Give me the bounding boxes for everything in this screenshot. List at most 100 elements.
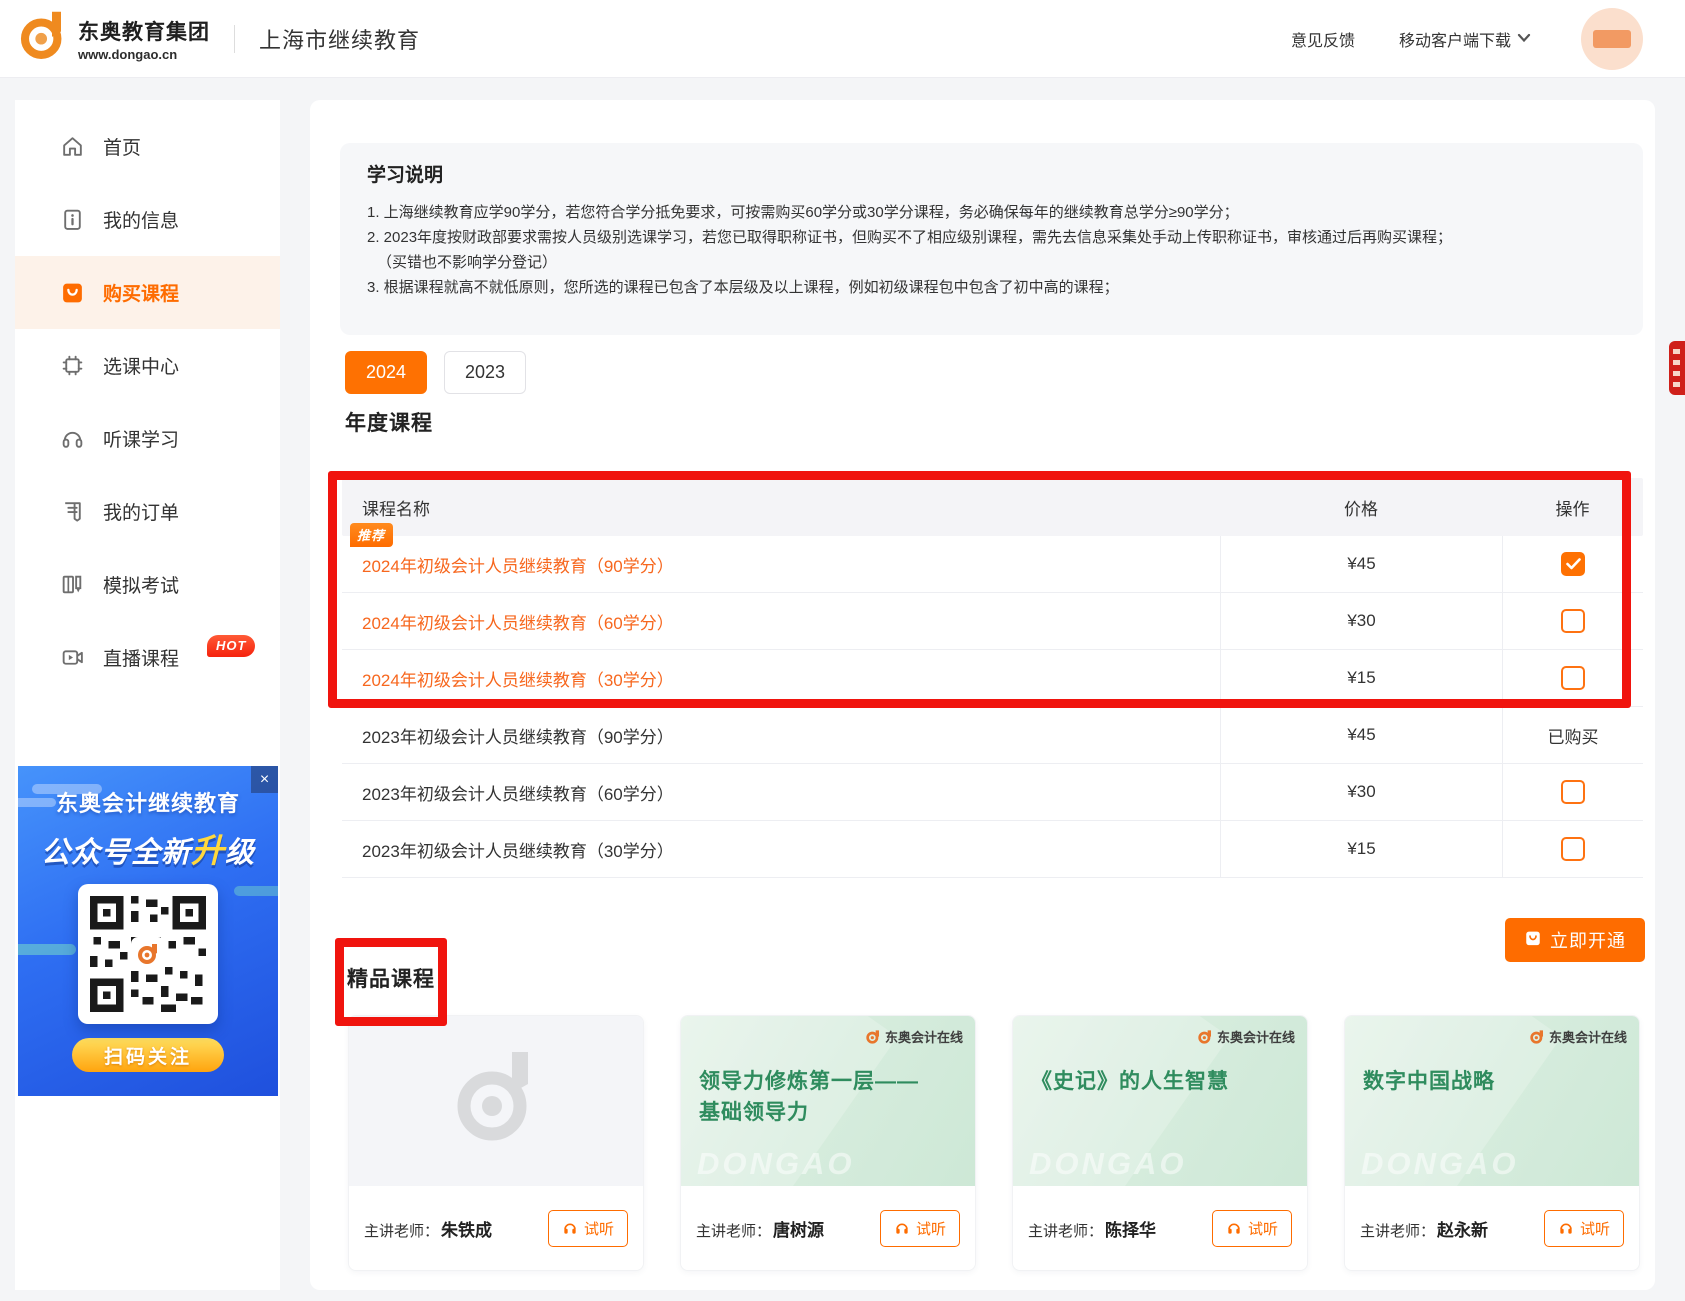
course-price: ¥15 <box>1220 650 1502 706</box>
brand-name: 东奥教育集团 <box>78 16 210 46</box>
audition-button[interactable]: 试听 <box>548 1210 628 1247</box>
sidebar-item-listen-learn[interactable]: 听课学习 <box>15 402 280 475</box>
study-notice: 学习说明 1. 上海继续教育应学90学分，若您符合学分抵免要求，可按需购买60学… <box>340 143 1643 335</box>
qr-code <box>78 884 218 1024</box>
col-action: 操作 <box>1502 495 1643 520</box>
brand-logo[interactable]: 东奥教育集团 www.dongao.cn <box>16 9 210 68</box>
table-header: 课程名称 价格 操作 <box>342 478 1643 536</box>
sidebar-item-home[interactable]: 首页 <box>15 110 280 183</box>
table-row: 推荐 2024年初级会计人员继续教育（90学分） ¥45 <box>342 536 1643 593</box>
annual-courses-title: 年度课程 <box>345 407 433 437</box>
cloud-decoration <box>18 944 76 955</box>
course-checkbox[interactable] <box>1561 609 1585 633</box>
floating-activity-widget[interactable] <box>1669 341 1685 395</box>
course-name-link[interactable]: 2023年初级会计人员继续教育（30学分） <box>342 821 1220 877</box>
sidebar-item-label: 首页 <box>103 133 141 160</box>
course-center-icon <box>59 353 85 379</box>
dongao-logo-icon <box>16 9 70 68</box>
course-name-link[interactable]: 2023年初级会计人员继续教育（60学分） <box>342 764 1220 820</box>
feedback-link[interactable]: 意见反馈 <box>1291 27 1355 51</box>
watermark: DONGAO <box>697 1146 855 1182</box>
course-card[interactable]: 主讲老师：朱铁成 试听 <box>348 1015 644 1271</box>
year-tabs: 2024 2023 <box>345 351 526 394</box>
table-row: 2024年初级会计人员继续教育（30学分） ¥15 <box>342 650 1643 707</box>
watermark: DONGAO <box>1361 1146 1519 1182</box>
brand-url: www.dongao.cn <box>78 47 210 62</box>
course-checkbox[interactable] <box>1561 666 1585 690</box>
sidebar-item-course-center[interactable]: 选课中心 <box>15 329 280 402</box>
sidebar-item-label: 模拟考试 <box>103 571 179 598</box>
teacher-name: 赵永新 <box>1437 1221 1488 1240</box>
profile-doc-icon <box>59 207 85 233</box>
ad-subtitle: 公众号全新升级 <box>18 824 278 872</box>
course-card[interactable]: 东奥会计在线 《史记》的人生智慧 DONGAO 主讲老师：陈择华 试听 <box>1012 1015 1308 1271</box>
audition-button[interactable]: 试听 <box>880 1210 960 1247</box>
premium-cards: 主讲老师：朱铁成 试听 东奥会计在线 领导力修炼第一层——基础领导力 DONGA… <box>348 1015 1640 1271</box>
col-course-name: 课程名称 <box>342 495 1220 520</box>
notice-line-2b: （买错也不影响学分登记） <box>367 250 1616 275</box>
course-card-title: 《史记》的人生智慧 <box>1031 1066 1229 1097</box>
avatar-placeholder <box>1593 30 1631 48</box>
table-row: 2023年初级会计人员继续教育（30学分） ¥15 <box>342 821 1643 878</box>
sidebar-item-mock-exam[interactable]: 模拟考试 <box>15 548 280 621</box>
purchased-label: 已购买 <box>1502 707 1643 763</box>
course-name-link[interactable]: 2024年初级会计人员继续教育（30学分） <box>342 650 1220 706</box>
course-card-cover: 东奥会计在线 领导力修炼第一层——基础领导力 DONGAO <box>681 1016 975 1186</box>
tab-2023[interactable]: 2023 <box>444 351 526 394</box>
course-card-info: 主讲老师：赵永新 试听 <box>1345 1186 1639 1270</box>
main-panel: 学习说明 1. 上海继续教育应学90学分，若您符合学分抵免要求，可按需购买60学… <box>310 100 1655 1290</box>
course-card-cover <box>349 1016 643 1186</box>
course-card-title: 数字中国战略 <box>1363 1066 1495 1097</box>
sidebar-item-label: 我的订单 <box>103 498 179 525</box>
table-row: 2023年初级会计人员继续教育（90学分） ¥45 已购买 <box>342 707 1643 764</box>
course-card-info: 主讲老师：陈择华 试听 <box>1013 1186 1307 1270</box>
teacher-line: 主讲老师：朱铁成 <box>364 1216 492 1241</box>
teacher-line: 主讲老师：陈择华 <box>1028 1216 1156 1241</box>
top-bar: 东奥教育集团 www.dongao.cn 上海市继续教育 意见反馈 移动客户端下… <box>0 0 1685 78</box>
sidebar-item-live-courses[interactable]: 直播课程 HOT <box>15 621 280 694</box>
shopping-bag-icon <box>59 280 85 306</box>
course-name-link[interactable]: 2024年初级会计人员继续教育（60学分） <box>342 593 1220 649</box>
sidebar: 首页 我的信息 购买课程 选课中心 <box>15 100 280 1290</box>
course-card-cover: 东奥会计在线 数字中国战略 DONGAO <box>1345 1016 1639 1186</box>
mobile-download-label: 移动客户端下载 <box>1399 27 1511 51</box>
sidebar-item-buy-courses[interactable]: 购买课程 <box>15 256 280 329</box>
course-checkbox[interactable] <box>1561 837 1585 861</box>
close-icon[interactable]: × <box>251 766 278 793</box>
course-card-title: 领导力修炼第一层——基础领导力 <box>699 1066 919 1128</box>
scan-follow-button[interactable]: 扫码关注 <box>72 1038 224 1072</box>
qr-ad-banner[interactable]: × 东奥会计继续教育 公众号全新升级 <box>18 766 278 1096</box>
course-checkbox[interactable] <box>1561 552 1585 576</box>
course-name-link[interactable]: 2024年初级会计人员继续教育（90学分） <box>342 536 1220 592</box>
sidebar-item-label: 选课中心 <box>103 352 179 379</box>
notice-line-1: 1. 上海继续教育应学90学分，若您符合学分抵免要求，可按需购买60学分或30学… <box>367 200 1616 225</box>
sidebar-item-my-info[interactable]: 我的信息 <box>15 183 280 256</box>
chevron-down-icon <box>1517 30 1531 48</box>
avatar[interactable] <box>1581 8 1643 70</box>
sidebar-item-label: 购买课程 <box>103 279 179 306</box>
sidebar-item-label: 听课学习 <box>103 425 179 452</box>
col-price: 价格 <box>1220 495 1502 520</box>
mobile-download-menu[interactable]: 移动客户端下载 <box>1399 27 1531 51</box>
dongao-online-logo: 东奥会计在线 <box>1529 1027 1627 1046</box>
home-icon <box>59 134 85 160</box>
recommend-badge: 推荐 <box>350 523 393 547</box>
course-price: ¥45 <box>1220 536 1502 592</box>
audition-button[interactable]: 试听 <box>1212 1210 1292 1247</box>
course-checkbox[interactable] <box>1561 780 1585 804</box>
course-card-info: 主讲老师：朱铁成 试听 <box>349 1186 643 1270</box>
teacher-name: 陈择华 <box>1105 1221 1156 1240</box>
sidebar-item-my-orders[interactable]: 我的订单 <box>15 475 280 548</box>
course-card[interactable]: 东奥会计在线 领导力修炼第一层——基础领导力 DONGAO 主讲老师：唐树源 试… <box>680 1015 976 1271</box>
orders-icon <box>59 499 85 525</box>
sidebar-item-label: 直播课程 <box>103 644 179 671</box>
premium-courses-title: 精品课程 <box>347 963 435 993</box>
course-name-link[interactable]: 2023年初级会计人员继续教育（90学分） <box>342 707 1220 763</box>
cloud-decoration <box>234 886 278 896</box>
activate-now-button[interactable]: 立即开通 <box>1505 918 1645 962</box>
tab-2024[interactable]: 2024 <box>345 351 427 394</box>
audition-button[interactable]: 试听 <box>1544 1210 1624 1247</box>
teacher-name: 唐树源 <box>773 1221 824 1240</box>
teacher-line: 主讲老师：赵永新 <box>1360 1216 1488 1241</box>
course-card[interactable]: 东奥会计在线 数字中国战略 DONGAO 主讲老师：赵永新 试听 <box>1344 1015 1640 1271</box>
